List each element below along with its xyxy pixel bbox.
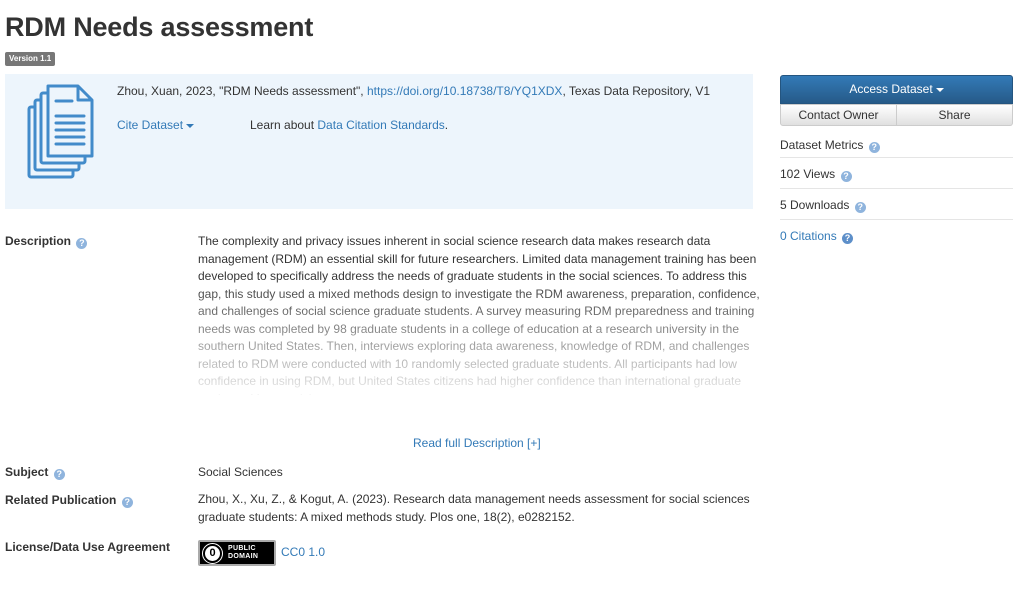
metrics-header: Dataset Metrics ? bbox=[780, 138, 1013, 158]
metrics-label: Dataset Metrics bbox=[780, 138, 864, 152]
related-publication-label: Related Publication ? bbox=[5, 493, 133, 508]
related-publication-label-text: Related Publication bbox=[5, 493, 117, 507]
help-icon[interactable]: ? bbox=[121, 497, 133, 508]
license-label: License/Data Use Agreement bbox=[5, 540, 170, 554]
subject-label-text: Subject bbox=[5, 465, 49, 479]
access-dataset-label: Access Dataset bbox=[849, 82, 933, 96]
views-count: 102 Views bbox=[780, 167, 836, 181]
help-icon[interactable]: ? bbox=[854, 202, 866, 213]
data-citation-standards-link[interactable]: Data Citation Standards bbox=[317, 118, 444, 132]
learn-about-text: Learn about Data Citation Standards. bbox=[250, 118, 448, 132]
description-label: Description ? bbox=[5, 234, 88, 249]
badge-bottom-text: DOMAIN bbox=[228, 553, 259, 560]
learn-about-suffix: . bbox=[444, 118, 449, 132]
subject-label: Subject ? bbox=[5, 465, 65, 480]
share-button[interactable]: Share bbox=[897, 104, 1013, 126]
help-icon[interactable]: ? bbox=[53, 469, 65, 480]
citation-prefix: Zhou, Xuan, 2023, "RDM Needs assessment"… bbox=[117, 84, 367, 98]
metric-citations: 0 Citations ? bbox=[780, 220, 1013, 251]
badge-top-text: PUBLIC bbox=[228, 545, 256, 552]
owner-actions: Contact Owner Share bbox=[780, 104, 1013, 126]
public-domain-badge[interactable]: 0 PUBLIC DOMAIN bbox=[198, 540, 276, 566]
dataset-metrics: Dataset Metrics ? 102 Views ? 5 Download… bbox=[780, 138, 1013, 251]
subject-value: Social Sciences bbox=[198, 465, 283, 479]
contact-owner-button[interactable]: Contact Owner bbox=[780, 104, 897, 126]
help-icon[interactable]: ? bbox=[842, 233, 854, 244]
page-title: RDM Needs assessment bbox=[5, 12, 314, 42]
access-dataset-button[interactable]: Access Dataset bbox=[780, 75, 1013, 104]
description-text: The complexity and privacy issues inhere… bbox=[198, 234, 760, 395]
public-domain-text: PUBLIC DOMAIN bbox=[228, 545, 258, 561]
version-badge: Version 1.1 bbox=[5, 52, 56, 66]
read-full-description-link[interactable]: Read full Description [+] bbox=[413, 436, 541, 450]
cite-dataset-button[interactable]: Cite Dataset bbox=[117, 118, 195, 132]
description-label-text: Description bbox=[5, 234, 72, 248]
sidebar: Access Dataset Contact Owner Share Datas… bbox=[780, 75, 1013, 251]
caret-down-icon bbox=[935, 87, 944, 92]
citation-text: Zhou, Xuan, 2023, "RDM Needs assessment"… bbox=[117, 84, 710, 98]
doi-link[interactable]: https://doi.org/10.18738/T8/YQ1XDX bbox=[367, 84, 562, 98]
metric-downloads: 5 Downloads ? bbox=[780, 189, 1013, 220]
help-icon[interactable]: ? bbox=[76, 238, 88, 249]
dataset-files-icon bbox=[27, 84, 94, 179]
metric-views: 102 Views ? bbox=[780, 158, 1013, 189]
citations-link[interactable]: 0 Citations bbox=[780, 229, 837, 243]
citation-suffix: , Texas Data Repository, V1 bbox=[562, 84, 711, 98]
learn-about-prefix: Learn about bbox=[250, 118, 318, 132]
caret-down-icon bbox=[186, 123, 195, 128]
cite-dataset-label: Cite Dataset bbox=[117, 118, 184, 132]
cc-zero-icon: 0 bbox=[202, 542, 223, 564]
citation-panel: Zhou, Xuan, 2023, "RDM Needs assessment"… bbox=[5, 74, 753, 209]
help-icon[interactable]: ? bbox=[840, 171, 852, 182]
cc0-license-link[interactable]: CC0 1.0 bbox=[281, 545, 325, 559]
downloads-count: 5 Downloads bbox=[780, 198, 850, 212]
related-publication-value: Zhou, X., Xu, Z., & Kogut, A. (2023). Re… bbox=[198, 492, 750, 524]
help-icon[interactable]: ? bbox=[868, 142, 880, 153]
